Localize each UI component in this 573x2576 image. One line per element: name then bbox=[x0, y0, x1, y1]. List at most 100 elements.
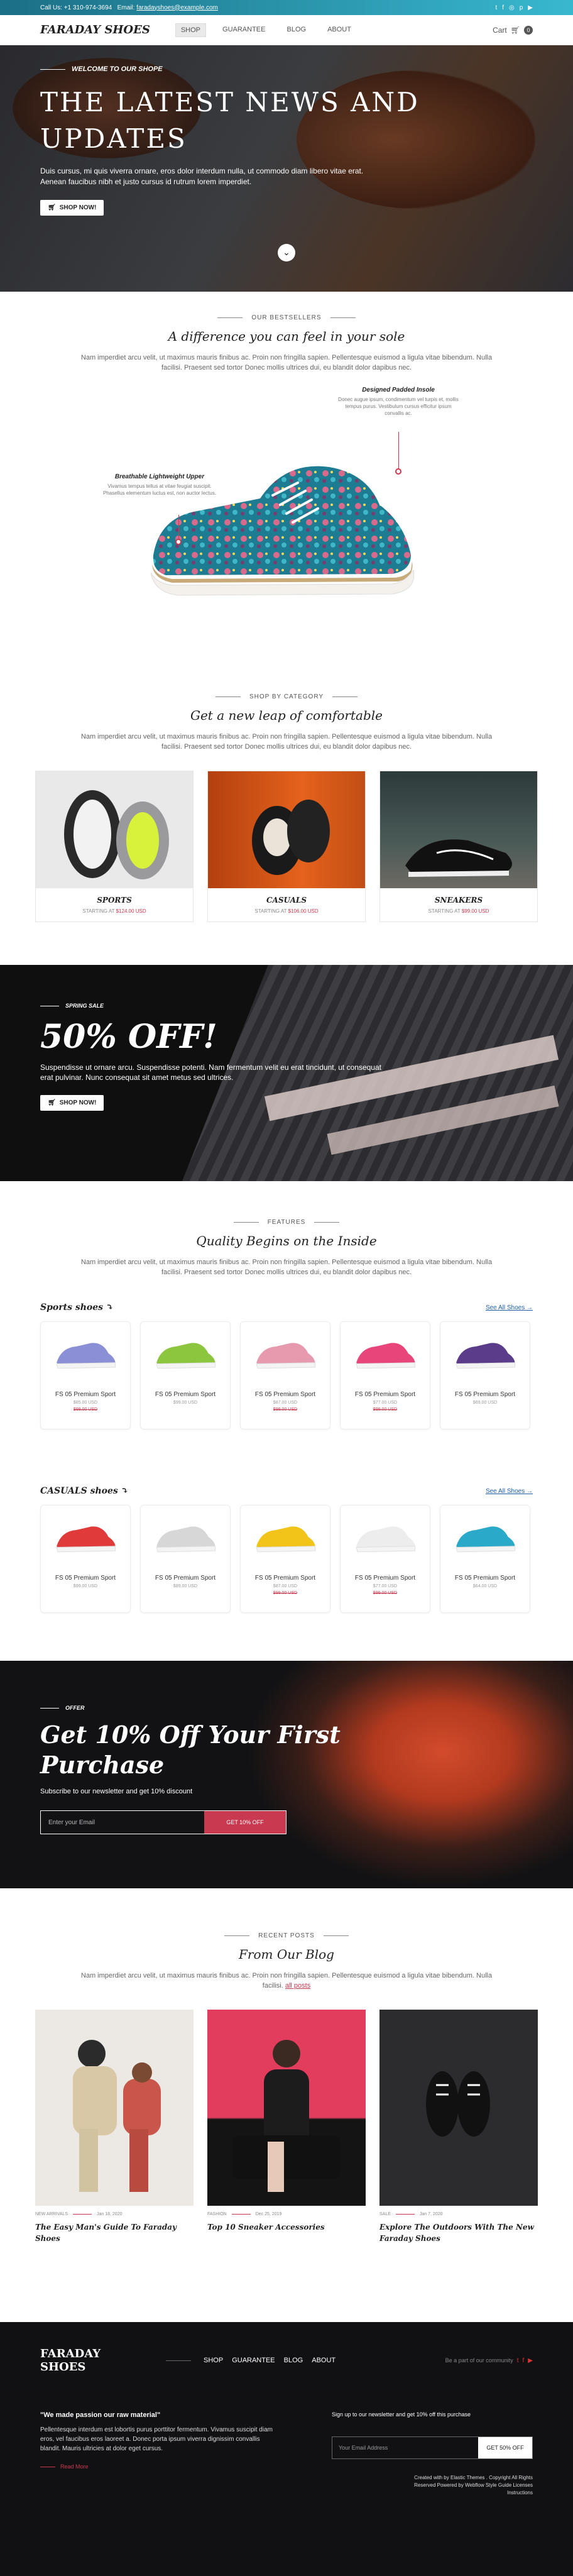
footer-email-input[interactable]: Your Email Address bbox=[332, 2437, 478, 2458]
newsletter-form: Enter your Email GET 10% OFF bbox=[40, 1810, 286, 1834]
bestsellers-lead: Nam imperdiet arcu velit, ut maximus mau… bbox=[80, 354, 493, 372]
product-old-price: $99.00 USD bbox=[41, 1407, 130, 1412]
post-date: Jan 7, 2020 bbox=[419, 2212, 443, 2216]
price-prefix: STARTING AT bbox=[428, 908, 461, 914]
product-image bbox=[440, 1322, 530, 1385]
all-posts-link[interactable]: all posts bbox=[285, 1982, 310, 1990]
call-text: Call Us: +1 310-974-3694 bbox=[40, 4, 112, 11]
sports-heading: Sports shoes ⤵ bbox=[40, 1302, 114, 1313]
promo-body: Suspendisse ut ornare arcu. Suspendisse … bbox=[40, 1063, 381, 1082]
pinterest-icon[interactable]: p bbox=[520, 4, 523, 11]
credits-line: Reserved Powered by Webflow Style Guide … bbox=[414, 2482, 533, 2488]
newsletter-body: Subscribe to our newsletter and get 10% … bbox=[40, 1788, 193, 1795]
featured-product: Designed Padded Insole Donec augue ipsum… bbox=[40, 379, 533, 668]
footer-read-more-link[interactable]: Read More bbox=[40, 2463, 279, 2470]
newsletter-email-input[interactable]: Enter your Email bbox=[41, 1811, 204, 1834]
casuals-heading-text: CASUALS shoes bbox=[40, 1486, 118, 1496]
facebook-icon[interactable]: f bbox=[523, 2357, 525, 2364]
category-card-casuals[interactable]: CASUALS STARTING AT $106.00 USD bbox=[207, 771, 366, 922]
product-image bbox=[141, 1505, 230, 1568]
promo-title: 50% OFF! bbox=[40, 1018, 217, 1056]
nav-item-shop[interactable]: SHOP bbox=[175, 23, 207, 37]
product-card[interactable]: FS 05 Premium Sport $77.00 USD $99.00 USD bbox=[340, 1505, 430, 1613]
post-date: Jan 18, 2020 bbox=[97, 2212, 123, 2216]
promo-shop-now-button[interactable]: 🛒︎ SHOP NOW! bbox=[40, 1095, 104, 1111]
product-price: $77.00 USD bbox=[373, 1401, 398, 1405]
product-card[interactable]: FS 05 Premium Sport $77.00 USD $99.00 USD bbox=[340, 1321, 430, 1429]
category-card-sports[interactable]: SPORTS STARTING AT $124.00 USD bbox=[35, 771, 194, 922]
footer-link-guarantee[interactable]: GUARANTEE bbox=[232, 2357, 275, 2364]
nav-item-about[interactable]: ABOUT bbox=[322, 23, 356, 37]
post-category: FASHION bbox=[207, 2212, 227, 2216]
twitter-icon[interactable]: t bbox=[495, 4, 497, 11]
email-link[interactable]: faradayshoes@example.com bbox=[136, 4, 218, 11]
hero-section: WELCOME TO OUR SHOPE THE LATEST NEWS AND… bbox=[0, 45, 573, 292]
social-links: t f ◎ p ▶ bbox=[495, 4, 533, 11]
nav-item-guarantee[interactable]: GUARANTEE bbox=[217, 23, 270, 37]
blog-lead: Nam imperdiet arcu velit, ut maximus mau… bbox=[79, 1971, 494, 1991]
footer-link-about[interactable]: ABOUT bbox=[312, 2357, 336, 2364]
category-name-sneakers: SNEAKERS bbox=[434, 896, 483, 905]
callout-upper-text: Vivamus tempus tellus at vitae feugiat s… bbox=[102, 483, 217, 496]
promo-button-label: SHOP NOW! bbox=[59, 1099, 97, 1106]
footer-link-blog[interactable]: BLOG bbox=[284, 2357, 303, 2364]
arrow-down-icon: ⤵ bbox=[121, 1486, 129, 1496]
product-card[interactable]: FS 05 Premium Sport $99.00 USD bbox=[40, 1505, 131, 1613]
blog-post-card[interactable]: FASHION Dec 25, 2019 Top 10 Sneaker Acces… bbox=[207, 2010, 366, 2244]
features-lead: Nam imperdiet arcu velit, ut maximus mau… bbox=[80, 1258, 493, 1276]
footer-signup-button[interactable]: GET 50% OFF bbox=[478, 2437, 532, 2458]
newsletter-kicker: OFFER bbox=[40, 1705, 367, 1711]
price-value: $99.00 USD bbox=[461, 908, 489, 914]
cart-button[interactable]: Cart 🛒︎ 0 bbox=[493, 25, 533, 35]
category-cards: SPORTS STARTING AT $124.00 USD CASUALS S… bbox=[35, 771, 538, 922]
product-image bbox=[341, 1322, 430, 1385]
facebook-icon[interactable]: f bbox=[502, 4, 504, 11]
casuals-see-all-link[interactable]: See All Shoes → bbox=[486, 1488, 533, 1495]
cart-icon: 🛒︎ bbox=[510, 25, 520, 35]
blog-post-card[interactable]: SALE Jan 7, 2020 Explore The Outdoors Wit… bbox=[379, 2010, 538, 2244]
blog-post-meta: SALE Jan 7, 2020 bbox=[379, 2212, 538, 2216]
sports-product-row: FS 05 Premium Sport $85.00 USD $99.00 USD F… bbox=[40, 1321, 533, 1429]
product-name: FS 05 Premium Sport bbox=[155, 1391, 216, 1398]
product-card[interactable]: FS 05 Premium Sport $64.00 USD bbox=[440, 1505, 530, 1613]
hero-kicker: WELCOME TO OUR SHOPE bbox=[40, 65, 430, 73]
product-card[interactable]: FS 05 Premium Sport $89.00 USD bbox=[140, 1505, 231, 1613]
hero-shop-now-button[interactable]: 🛒︎ SHOP NOW! bbox=[40, 200, 104, 216]
see-all-label: See All Shoes bbox=[485, 1487, 525, 1495]
blog-posts: NEW ARRIVALS Jan 18, 2020 The Easy Man's … bbox=[35, 2010, 538, 2244]
product-card[interactable]: FS 05 Premium Sport $85.00 USD $99.00 USD bbox=[40, 1321, 131, 1429]
category-card-sneakers[interactable]: SNEAKERS STARTING AT $99.00 USD bbox=[379, 771, 538, 922]
callout-insole-line bbox=[398, 432, 399, 470]
scroll-down-icon[interactable]: ⌄ bbox=[278, 244, 295, 261]
product-card[interactable]: FS 05 Premium Sport $87.00 USD $99.00 USD bbox=[240, 1505, 330, 1613]
product-price: $99.00 USD bbox=[173, 1401, 198, 1405]
nav-item-blog[interactable]: BLOG bbox=[281, 23, 311, 37]
price-prefix: STARTING AT bbox=[82, 908, 115, 914]
blog-title: From Our Blog bbox=[239, 1947, 334, 1962]
product-card[interactable]: FS 05 Premium Sport $99.00 USD bbox=[140, 1321, 231, 1429]
product-card[interactable]: FS 05 Premium Sport $87.00 USD $99.00 USD bbox=[240, 1321, 330, 1429]
product-card[interactable]: FS 05 Premium Sport $69.00 USD bbox=[440, 1321, 530, 1429]
youtube-icon[interactable]: ▶ bbox=[528, 4, 533, 11]
product-old-price: $99.00 USD bbox=[341, 1591, 430, 1595]
sports-see-all-link[interactable]: See All Shoes → bbox=[486, 1304, 533, 1311]
site-logo[interactable]: FARADAY SHOES bbox=[40, 23, 150, 36]
newsletter-submit-button[interactable]: GET 10% OFF bbox=[204, 1811, 286, 1834]
twitter-icon[interactable]: t bbox=[517, 2357, 519, 2364]
bestsellers-eyebrow: OUR BESTSELLERS bbox=[40, 314, 533, 321]
footer-quote-title: "We made passion our raw material" bbox=[40, 2411, 161, 2419]
category-image-sneakers bbox=[380, 771, 537, 888]
instagram-icon[interactable]: ◎ bbox=[509, 4, 515, 11]
product-image bbox=[41, 1322, 130, 1385]
footer-logo[interactable]: FARADAY SHOES bbox=[40, 2347, 128, 2374]
blog-post-card[interactable]: NEW ARRIVALS Jan 18, 2020 The Easy Man's … bbox=[35, 2010, 194, 2244]
product-price: $87.00 USD bbox=[273, 1584, 298, 1588]
product-name: FS 05 Premium Sport bbox=[254, 1575, 316, 1582]
post-date: Dec 25, 2019 bbox=[255, 2212, 282, 2216]
arrow-right-icon: → bbox=[527, 1487, 533, 1495]
blog-post-title: Top 10 Sneaker Accessories bbox=[207, 2223, 325, 2232]
footer-link-shop[interactable]: SHOP bbox=[204, 2357, 223, 2364]
product-image bbox=[241, 1505, 330, 1568]
youtube-icon[interactable]: ▶ bbox=[528, 2357, 533, 2364]
credits-line: Created with by Elastic Themes . Copyrig… bbox=[414, 2475, 533, 2480]
